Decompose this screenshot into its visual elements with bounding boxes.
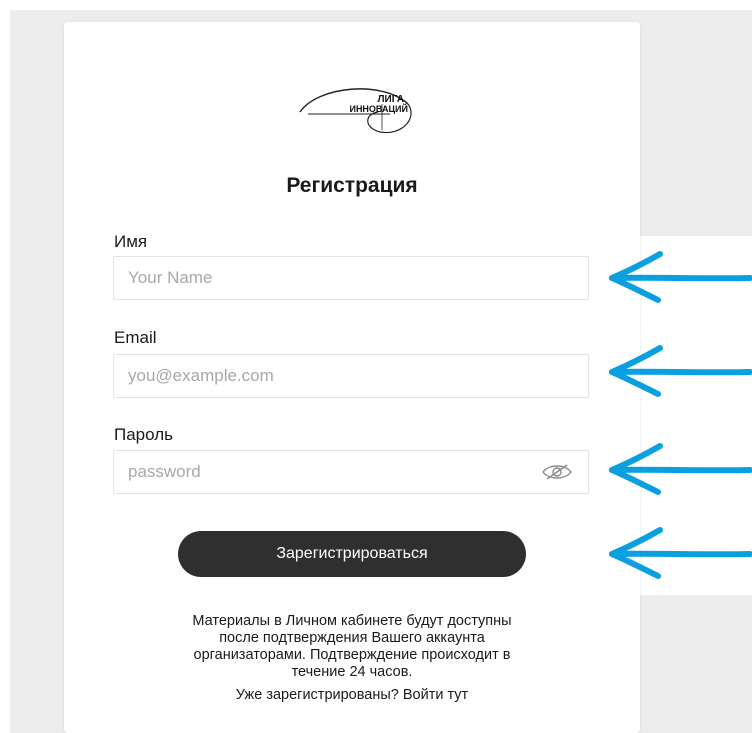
login-link[interactable]: Войти тут: [403, 687, 468, 703]
password-label: Пароль: [114, 425, 173, 444]
approval-note-line: течение 24 часов.: [291, 664, 413, 680]
approval-note-line: Материалы в Личном кабинете будут доступ…: [192, 613, 512, 629]
name-label: Имя: [114, 232, 148, 251]
arrow-left-icon: [606, 342, 752, 398]
approval-note-line: организаторами. Подтверждение происходит…: [193, 647, 511, 663]
register-button[interactable]: Зарегистрироваться: [178, 531, 526, 577]
approval-note: Материалы в Личном кабинете будут доступ…: [120, 613, 584, 681]
arrow-left-icon: [606, 524, 752, 580]
approval-note-line: после подтверждения Вашего аккаунта: [219, 630, 485, 646]
brand-logo: ЛИГА ИННОВАЦИЙ: [290, 78, 420, 142]
email-label: Email: [114, 328, 157, 347]
arrow-left-icon: [606, 248, 752, 304]
login-prompt-row: Уже зарегистрированы? Войти тут: [64, 687, 640, 703]
arrow-left-icon: [606, 440, 752, 496]
login-prompt-text: Уже зарегистрированы?: [235, 687, 399, 703]
name-input[interactable]: [113, 256, 589, 300]
password-input[interactable]: [113, 450, 589, 494]
page-title: Регистрация: [286, 174, 418, 197]
logo-text-line2: ИННОВАЦИЙ: [349, 103, 408, 114]
email-input[interactable]: [113, 354, 589, 398]
eye-slash-icon[interactable]: [540, 462, 574, 482]
